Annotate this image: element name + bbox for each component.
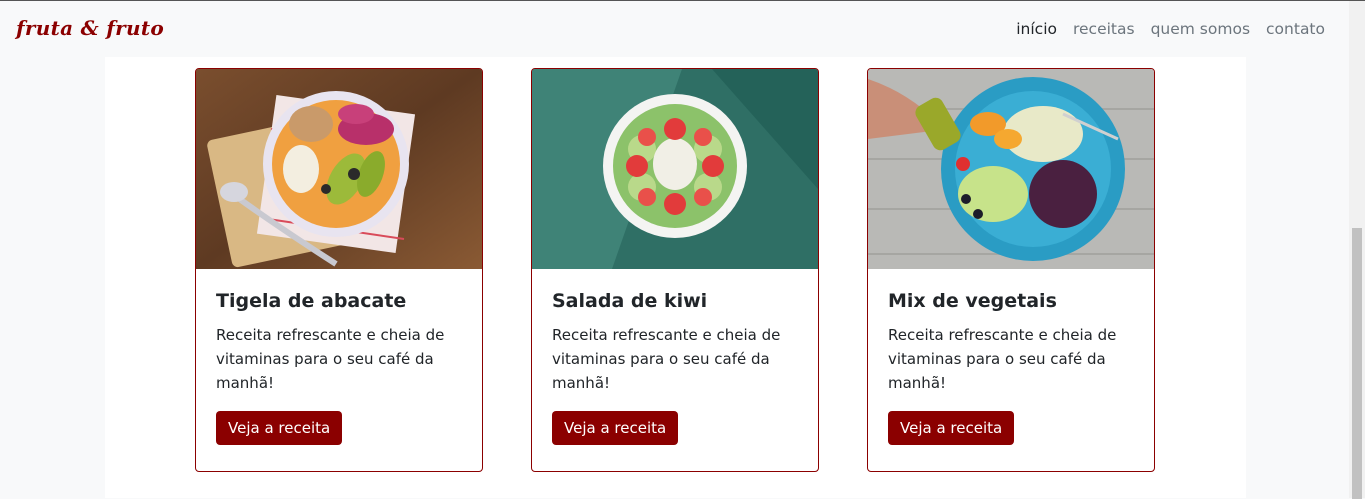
recipe-card: Salada de kiwi Receita refrescante e che… [531, 68, 819, 472]
view-recipe-button[interactable]: Veja a receita [216, 411, 343, 445]
brand-logo[interactable]: fruta & fruto [16, 16, 164, 40]
card-text: Receita refrescante e cheia de vitaminas… [888, 326, 1117, 392]
nav-link-receitas[interactable]: receitas [1073, 20, 1135, 38]
recipes-section: Tigela de abacate Receita refrescante e … [105, 57, 1246, 498]
recipe-card: Tigela de abacate Receita refrescante e … [195, 68, 483, 472]
nav-links: início receitas quem somos contato [1016, 20, 1325, 38]
nav-link-inicio[interactable]: início [1016, 20, 1057, 38]
card-text: Receita refrescante e cheia de vitaminas… [552, 326, 781, 392]
vegetable-plate-image [868, 69, 1154, 269]
navbar: fruta & fruto início receitas quem somos… [0, 1, 1349, 57]
scrollbar-thumb[interactable] [1352, 228, 1362, 499]
acai-bowl-image [196, 69, 482, 269]
card-title: Salada de kiwi [552, 290, 708, 312]
card-title: Mix de vegetais [888, 290, 1057, 312]
view-recipe-button[interactable]: Veja a receita [888, 411, 1015, 445]
view-recipe-button[interactable]: Veja a receita [552, 411, 679, 445]
card-title: Tigela de abacate [216, 290, 407, 312]
nav-link-quem-somos[interactable]: quem somos [1151, 20, 1250, 38]
card-text: Receita refrescante e cheia de vitaminas… [216, 326, 445, 392]
recipe-card: Mix de vegetais Receita refrescante e ch… [867, 68, 1155, 472]
page-scrollbar[interactable] [1349, 1, 1365, 499]
nav-link-contato[interactable]: contato [1266, 20, 1325, 38]
kiwi-bowl-image [532, 69, 818, 269]
